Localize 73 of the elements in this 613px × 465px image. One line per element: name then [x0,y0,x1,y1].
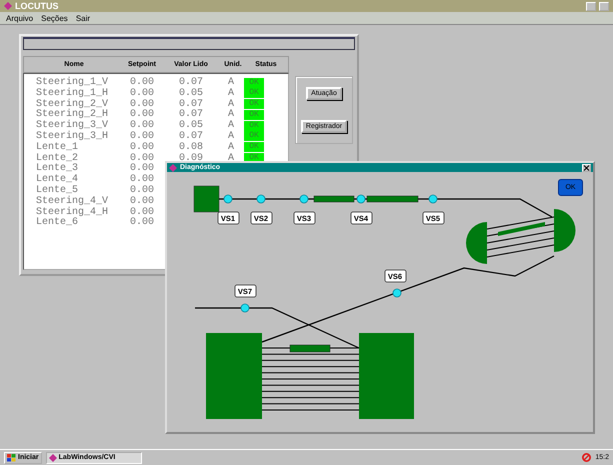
table-cell-text: 0.05 [178,120,204,132]
table-cell-text: Lente_1 [36,142,80,153]
table-cell-text: Steering_4_H [36,206,110,218]
valve-icon [256,194,266,204]
table-cell-text: Steering_4_V [36,196,110,207]
table-cell-text: A [226,142,235,153]
windows-logo-icon [7,454,16,462]
table-cell-text: 0.09 [178,152,203,164]
table-cell-text: Steering_3_H [36,130,110,142]
table-cell-text: Steering_2_H [36,109,110,120]
valve-icon [240,304,250,312]
table-cell-text: Lente_2 [36,152,80,164]
menu-item[interactable]: Sair [76,14,90,22]
valve-icon [224,194,232,204]
table-cell-text: 0.00 [128,184,155,196]
table-cell-text: Steering_1_V [36,77,110,88]
table-cell-text: A [226,152,235,164]
window-title: LOCUTUS [15,1,58,11]
table-cell-text: Lente_4 [36,174,80,186]
table-cell-text: A [226,98,235,110]
table-cell-text: 0.00 [128,120,155,132]
valve-icon [392,288,402,298]
table-cell-text: 0.07 [178,98,204,110]
status-badge: OK [244,110,264,120]
table-cell-text: 0.00 [128,77,155,88]
table-cell-text: 0.00 [128,174,155,186]
table-cell-text: 0.00 [128,163,155,174]
table-cell-text: 0.07 [178,77,204,88]
table-cell-text: A [226,130,235,142]
status-badge: OK [244,88,264,98]
valve-icon [428,194,438,204]
app-icon [4,2,12,10]
table-cell-text: Steering_2_V [36,98,110,110]
table-cell-text: 0.00 [128,217,155,228]
table-cell-text: Lente_6 [36,217,80,228]
table-cell-text: 0.07 [178,130,204,142]
table-cell-text: 0.08 [178,142,204,153]
table-cell-text: Lente_5 [36,184,78,196]
window-icon [169,164,177,172]
maximize-button[interactable] [599,2,609,10]
no-entry-icon [582,453,592,462]
tank-block [194,186,220,212]
table-cell-text: 0.00 [128,152,155,164]
table-cell-text: 0.00 [128,206,155,218]
table-cell-text: 0.07 [178,109,204,120]
pipe-segment [366,196,418,202]
table-cell-text: Lente_3 [36,163,80,174]
valve-icon [356,194,366,204]
table-cell-text: 0.00 [128,98,155,110]
table-cell-text: 0.00 [128,196,155,207]
status-badge: OK [244,142,264,152]
pipe-segment [314,196,354,202]
table-cell-text: 0.00 [128,142,155,153]
app-icon [48,454,57,462]
table-cell-text: A [226,120,235,132]
status-badge: OK [244,78,264,88]
valve-icon [300,194,308,204]
close-button[interactable] [582,164,591,172]
table-cell-text: Steering_3_V [36,120,110,132]
table-cell-text: 0.00 [128,88,155,99]
menu-item[interactable]: Seções [41,14,68,22]
table-cell-text: 0.05 [178,88,204,99]
minimize-button[interactable] [586,2,596,10]
menu-item[interactable]: Arquivo [6,14,34,22]
table-cell-text: A [226,109,235,120]
status-badge: OK [244,120,264,131]
table-cell-text: A [226,88,235,99]
status-badge: OK [244,99,264,110]
table-cell-text: 0.00 [128,109,155,120]
table-cell-text: A [226,77,235,88]
status-badge: OK [244,131,264,142]
table-cell-text: 0.00 [128,130,155,142]
table-cell-text: Steering_1_H [36,88,110,99]
